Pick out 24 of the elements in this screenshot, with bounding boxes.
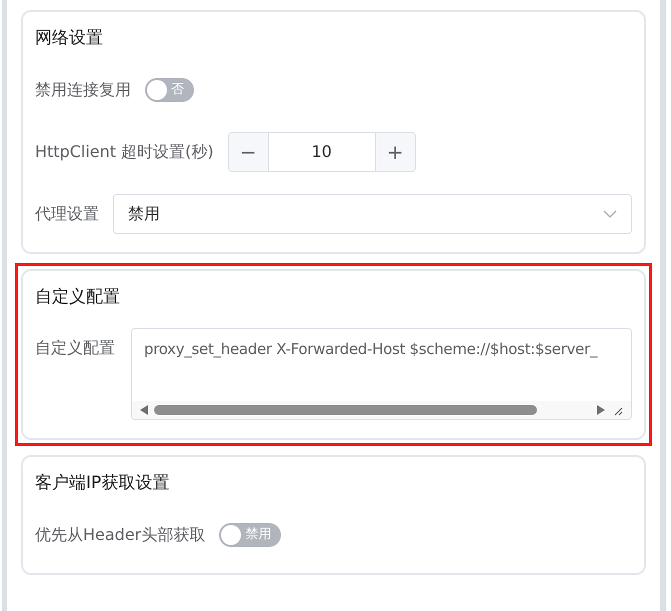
field-label: 自定义配置 xyxy=(35,338,115,357)
scroll-left-icon[interactable] xyxy=(140,405,148,415)
section-title: 客户端IP获取设置 xyxy=(35,472,170,495)
field-label: 禁用连接复用 xyxy=(35,78,131,100)
increment-button[interactable]: + xyxy=(374,132,415,170)
proxy-select[interactable]: 禁用 xyxy=(113,194,632,234)
scrollbar-thumb[interactable] xyxy=(154,405,537,415)
chevron-down-icon xyxy=(603,210,617,218)
number-stepper[interactable]: − 10 + xyxy=(228,132,416,172)
field-label: 优先从Header头部获取 xyxy=(35,524,206,546)
switch-knob xyxy=(147,80,167,100)
textarea-text: proxy_set_header X-Forwarded-Host $scheme://$host:$server_ xyxy=(144,340,598,358)
section-title: 网络设置 xyxy=(35,27,104,50)
section-title: 自定义配置 xyxy=(35,286,121,308)
horizontal-scrollbar[interactable] xyxy=(132,401,631,419)
config-textarea[interactable]: proxy_set_header X-Forwarded-Host $scheme://$host:$server_ xyxy=(131,328,632,420)
switch-text: 禁用 xyxy=(244,528,272,541)
scroll-right-icon[interactable] xyxy=(597,405,605,415)
field-label: HttpClient 超时设置(秒) xyxy=(35,140,214,162)
select-value: 禁用 xyxy=(128,202,160,224)
field-label: 代理设置 xyxy=(35,202,99,224)
switch-knob xyxy=(221,524,242,544)
switch-text: 否 xyxy=(170,83,185,96)
decrement-button[interactable]: − xyxy=(228,132,269,170)
